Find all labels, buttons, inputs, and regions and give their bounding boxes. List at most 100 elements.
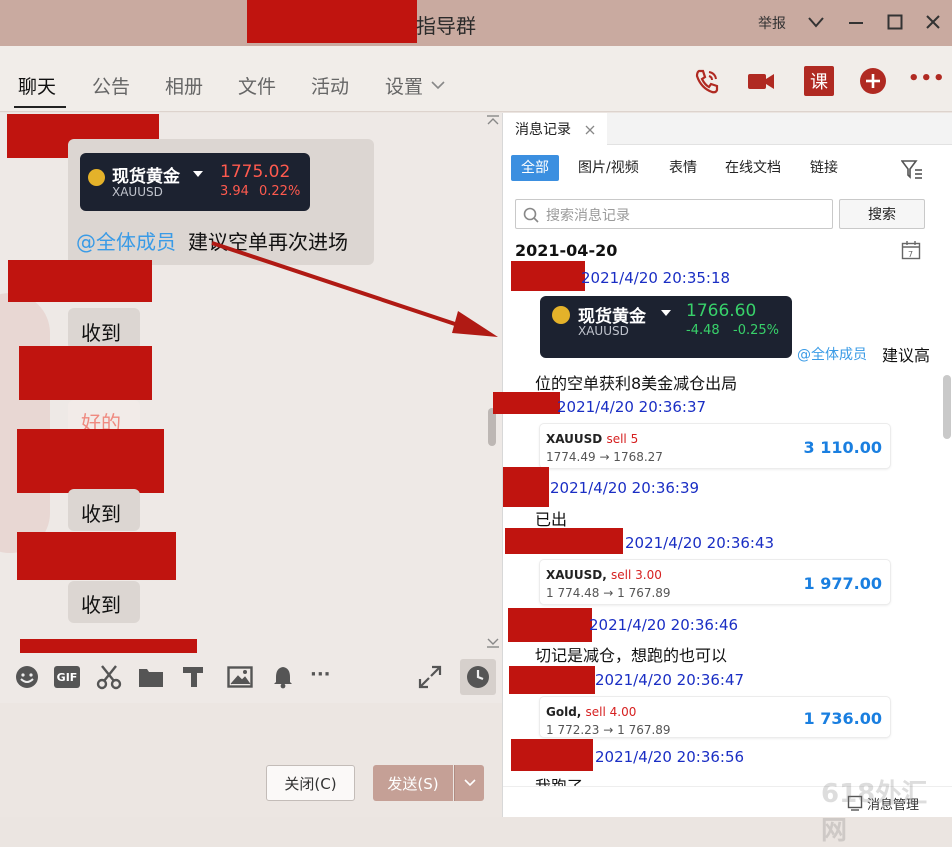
tab-activity[interactable]: 活动 <box>311 72 349 99</box>
search-button[interactable]: 搜索 <box>839 199 925 229</box>
tab-album[interactable]: 相册 <box>165 72 203 99</box>
redacted-block <box>505 528 623 554</box>
message-text: 建议高 <box>882 346 931 365</box>
message-composer[interactable]: 关闭(C) 发送(S) <box>0 703 502 817</box>
mention-all[interactable]: @全体成员 <box>797 344 867 364</box>
panel-scrollbar-thumb[interactable] <box>943 375 951 439</box>
folder-icon[interactable] <box>138 665 164 689</box>
close-icon[interactable] <box>925 14 941 30</box>
chevron-down-icon[interactable] <box>808 16 824 28</box>
tab-chat[interactable]: 聊天 <box>18 72 56 99</box>
message-timestamp: 2021/4/20 20:35:18 <box>581 269 731 287</box>
message-text: 位的空单获利8美金减仓出局 <box>535 374 738 393</box>
trade-symbol: XAUUSD sell 5 <box>546 432 639 446</box>
chevron-down-icon[interactable] <box>431 80 445 90</box>
close-tab-icon[interactable] <box>585 125 595 135</box>
redacted-block <box>511 739 593 771</box>
trade-profit: 3 110.00 <box>803 438 882 457</box>
trade-profit: 1 977.00 <box>803 574 882 593</box>
course-icon[interactable]: 课 <box>804 66 834 96</box>
report-button[interactable]: 举报 <box>758 13 786 33</box>
redacted-block <box>17 429 164 493</box>
message-timestamp: 2021/4/20 20:36:43 <box>625 534 775 552</box>
redacted-block <box>503 467 549 507</box>
filter-funnel-icon[interactable] <box>901 159 923 179</box>
video-call-icon[interactable] <box>746 66 776 96</box>
redacted-block <box>493 392 560 414</box>
trade-symbol: Gold, sell 4.00 <box>546 705 637 719</box>
redacted-block <box>511 261 585 291</box>
filter-online-docs[interactable]: 在线文档 <box>725 155 781 181</box>
expand-icon[interactable] <box>418 665 442 689</box>
watermark: 618外汇网 <box>821 779 928 846</box>
reply-text: 收到 <box>81 321 121 345</box>
quote-change-pct: -0.25% <box>733 323 779 338</box>
calendar-icon[interactable]: 7 <box>901 240 921 260</box>
svg-text:7: 7 <box>908 250 913 259</box>
screen-capture-icon[interactable] <box>181 665 205 689</box>
trade-prices: 1 772.23 → 1 767.89 <box>546 723 671 737</box>
annotation-arrow <box>211 241 498 337</box>
add-circle-icon[interactable] <box>858 66 888 96</box>
chat-message-area[interactable]: 现货黄金 XAUUSD 1775.02 3.94 0.22% @全体成员 建议空… <box>0 113 502 653</box>
filter-images-videos[interactable]: 图片/视频 <box>578 155 639 181</box>
search-field[interactable]: 搜索消息记录 <box>515 199 833 229</box>
history-tab-label: 消息记录 <box>515 122 571 138</box>
filter-stickers[interactable]: 表情 <box>669 155 697 181</box>
quote-card[interactable]: 现货黄金 XAUUSD 1775.02 3.94 0.22% <box>80 153 310 211</box>
search-icon <box>523 207 539 223</box>
image-icon[interactable] <box>227 665 253 689</box>
history-date: 2021-04-20 <box>515 241 618 260</box>
quote-price: 1775.02 <box>220 162 291 182</box>
redacted-block <box>8 260 152 302</box>
reply-text: 收到 <box>81 502 121 526</box>
quote-change: 3.94 <box>220 184 249 199</box>
more-icon[interactable]: ••• <box>908 68 946 89</box>
redacted-block <box>508 608 592 642</box>
redacted-block <box>509 666 595 694</box>
title-bar: 指导群 举报 <box>0 0 952 46</box>
quote-card[interactable]: 现货黄金 XAUUSD 1766.60 -4.48 -0.25% <box>540 296 792 358</box>
collapse-down-icon[interactable] <box>486 638 500 648</box>
filter-links[interactable]: 链接 <box>810 155 838 181</box>
more-tools-icon[interactable]: ··· <box>310 664 331 685</box>
gold-coin-icon <box>552 306 570 324</box>
message-history-panel: 消息记录 全部 图片/视频 表情 在线文档 链接 搜索消息记录 搜索 2021-… <box>493 113 952 846</box>
background-decoration <box>0 293 50 553</box>
maximize-icon[interactable] <box>887 14 903 30</box>
quote-code: XAUUSD <box>112 185 163 199</box>
tab-files[interactable]: 文件 <box>238 72 276 99</box>
trade-card[interactable]: XAUUSD sell 5 1774.49 → 1768.27 3 110.00 <box>540 424 890 468</box>
filter-all[interactable]: 全部 <box>511 155 559 181</box>
quote-change: -4.48 <box>686 323 720 338</box>
minimize-icon[interactable] <box>848 15 864 31</box>
history-button[interactable] <box>460 659 496 695</box>
message-text: 切记是减仓，想跑的也可以 <box>535 646 728 665</box>
caret-down-icon <box>661 310 671 316</box>
tab-announcement[interactable]: 公告 <box>92 72 130 99</box>
phone-call-icon[interactable] <box>692 66 722 96</box>
quote-change-pct: 0.22% <box>259 184 301 199</box>
window-title: 指导群 <box>416 14 476 38</box>
bell-icon[interactable] <box>272 665 294 689</box>
active-tab-indicator <box>14 106 66 108</box>
message-timestamp: 2021/4/20 20:36:47 <box>595 671 745 689</box>
send-button[interactable]: 发送(S) <box>373 765 453 801</box>
collapse-up-icon[interactable] <box>486 115 500 125</box>
emoji-icon[interactable] <box>15 665 39 689</box>
close-button[interactable]: 关闭(C) <box>266 765 355 801</box>
gold-coin-icon <box>88 169 105 186</box>
quote-code: XAUUSD <box>578 324 629 338</box>
message-timestamp: 2021/4/20 20:36:46 <box>589 616 739 634</box>
history-tab[interactable]: 消息记录 <box>503 113 607 145</box>
composer-toolbar: GIF ··· <box>0 653 502 703</box>
caret-down-icon <box>193 171 203 177</box>
tab-settings[interactable]: 设置 <box>385 72 423 99</box>
message-timestamp: 2021/4/20 20:36:37 <box>557 398 707 416</box>
scissors-icon[interactable] <box>96 664 122 690</box>
mention-all[interactable]: @全体成员 <box>76 226 176 255</box>
trade-card[interactable]: Gold, sell 4.00 1 772.23 → 1 767.89 1 73… <box>540 697 890 737</box>
send-options-button[interactable] <box>454 765 484 801</box>
gif-icon[interactable]: GIF <box>54 666 80 688</box>
trade-card[interactable]: XAUUSD, sell 3.00 1 774.48 → 1 767.89 1 … <box>540 560 890 604</box>
